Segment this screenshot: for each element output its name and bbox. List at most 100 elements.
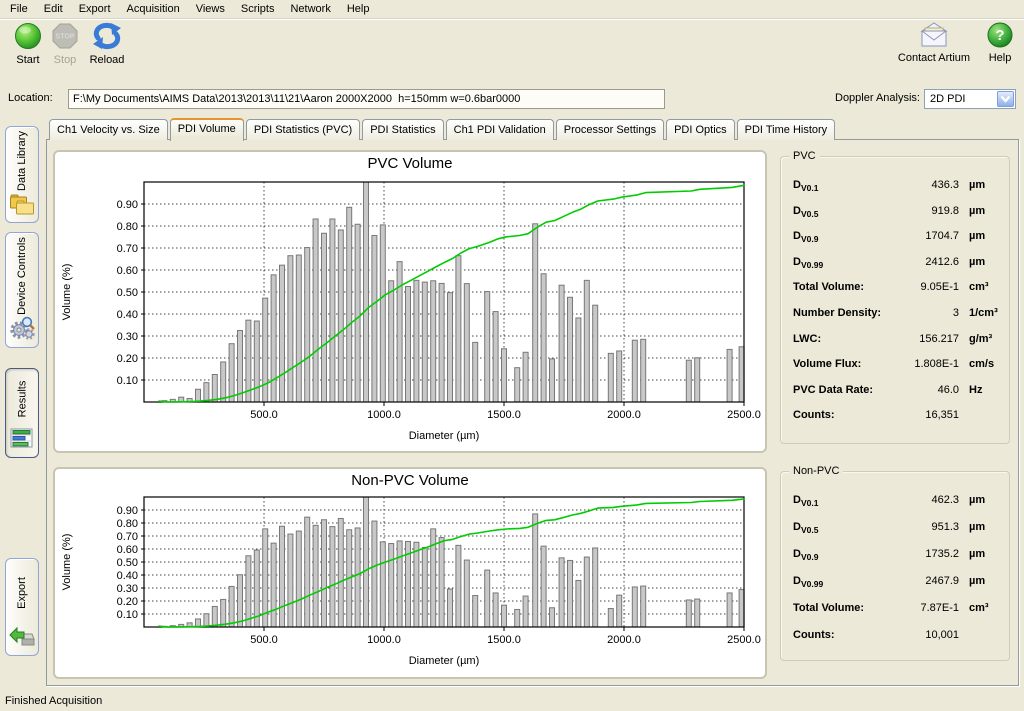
nonpvc-stats-legend: Non-PVC	[789, 465, 843, 477]
tab-strip: Ch1 Velocity vs. SizePDI VolumePDI Stati…	[49, 119, 1019, 140]
help-label: Help	[982, 52, 1018, 64]
stat-value: 46.0	[887, 384, 959, 396]
stat-label: Counts:	[793, 629, 835, 641]
svg-text:0.10: 0.10	[117, 609, 138, 621]
stat-value: 9.05E-1	[887, 281, 959, 293]
menu-item-network[interactable]: Network	[282, 1, 338, 17]
svg-text:0.60: 0.60	[117, 544, 138, 556]
contact-artium-button[interactable]: Contact Artium	[888, 21, 980, 64]
svg-text:2000.0: 2000.0	[607, 409, 641, 421]
stat-label: Counts:	[793, 409, 835, 421]
svg-text:1500.0: 1500.0	[487, 409, 521, 421]
svg-text:Diameter (µm): Diameter (µm)	[409, 430, 480, 442]
stat-row: DV0.992467.9µm	[793, 575, 1001, 602]
tab-pdi-statistics-pvc[interactable]: PDI Statistics (PVC)	[246, 119, 360, 140]
stat-unit: µm	[959, 230, 1001, 242]
reload-label: Reload	[84, 54, 130, 66]
menu-item-scripts[interactable]: Scripts	[233, 1, 283, 17]
start-button[interactable]: Start	[6, 21, 50, 66]
svg-text:500.0: 500.0	[250, 634, 278, 646]
stat-label: DV0.9	[793, 548, 818, 562]
nonpvc-stats-groupbox: Non-PVC DV0.1462.3µmDV0.5951.3µmDV0.9173…	[780, 471, 1010, 661]
tab-pdi-optics[interactable]: PDI Optics	[666, 119, 735, 140]
menubar: FileEditExportAcquisitionViewsScriptsNet…	[0, 0, 1024, 19]
stat-value: 2412.6	[887, 256, 959, 268]
nonpvc-stats-rows: DV0.1462.3µmDV0.5951.3µmDV0.91735.2µmDV0…	[793, 494, 1001, 656]
stat-label: DV0.9	[793, 230, 818, 244]
svg-text:2500.0: 2500.0	[727, 634, 761, 646]
svg-text:?: ?	[995, 27, 1004, 44]
doppler-analysis-select[interactable]: 2D PDI	[924, 89, 1016, 109]
help-button[interactable]: ? Help	[982, 21, 1018, 64]
stat-row: DV0.5919.8µm	[793, 205, 1001, 231]
tab-pdi-statistics[interactable]: PDI Statistics	[362, 119, 443, 140]
chevron-down-icon[interactable]	[997, 91, 1014, 107]
stat-label: Number Density:	[793, 307, 881, 319]
stat-row: DV0.1436.3µm	[793, 179, 1001, 205]
svg-text:0.20: 0.20	[117, 353, 138, 365]
svg-text:0.20: 0.20	[117, 596, 138, 608]
sidebar-item-device-controls[interactable]: Device Controls	[5, 232, 39, 348]
svg-text:0.70: 0.70	[117, 243, 138, 255]
stat-value: 3	[887, 307, 959, 319]
menu-item-edit[interactable]: Edit	[36, 1, 71, 17]
stop-button[interactable]: STOP Stop	[46, 21, 84, 66]
menu-item-help[interactable]: Help	[339, 1, 378, 17]
pvc-chart-title: PVC Volume	[55, 152, 765, 172]
menu-item-export[interactable]: Export	[71, 1, 119, 17]
location-input[interactable]	[68, 89, 665, 109]
stat-value: 1704.7	[887, 230, 959, 242]
main-content: Ch1 Velocity vs. SizePDI VolumePDI Stati…	[46, 117, 1019, 686]
sidebar-item-results[interactable]: Results	[5, 368, 39, 458]
svg-text:2000.0: 2000.0	[607, 634, 641, 646]
reload-button[interactable]: Reload	[84, 21, 130, 66]
sidebar-label-results: Results	[16, 381, 28, 418]
sidebar-item-data-library[interactable]: Data Library	[5, 126, 39, 223]
menu-item-acquisition[interactable]: Acquisition	[119, 1, 188, 17]
stat-value: 436.3	[887, 179, 959, 191]
tab-ch1-velocity-vs-size[interactable]: Ch1 Velocity vs. Size	[49, 119, 168, 140]
nonpvc-volume-chart: Non-PVC Volume 0.100.200.300.400.500.600…	[53, 467, 767, 679]
menu-item-file[interactable]: File	[2, 1, 36, 17]
start-icon	[6, 21, 50, 51]
doppler-analysis-value: 2D PDI	[930, 93, 965, 105]
stat-label: Total Volume:	[793, 602, 864, 614]
sidebar-item-export[interactable]: Export	[5, 558, 39, 656]
stat-value: 2467.9	[887, 575, 959, 587]
contact-artium-label: Contact Artium	[888, 52, 980, 64]
stat-value: 16,351	[887, 409, 959, 421]
tab-processor-settings[interactable]: Processor Settings	[556, 119, 664, 140]
pvc-stats-groupbox: PVC DV0.1436.3µmDV0.5919.8µmDV0.91704.7µ…	[780, 156, 1010, 444]
svg-text:1500.0: 1500.0	[487, 634, 521, 646]
start-label: Start	[6, 54, 50, 66]
stat-label: DV0.5	[793, 205, 818, 219]
stat-label: LWC:	[793, 333, 821, 345]
stat-unit: µm	[959, 494, 1001, 506]
svg-text:0.70: 0.70	[117, 531, 138, 543]
svg-text:1000.0: 1000.0	[367, 409, 401, 421]
svg-text:0.40: 0.40	[117, 309, 138, 321]
svg-text:0.80: 0.80	[117, 518, 138, 530]
mail-icon	[888, 21, 980, 49]
stat-row: DV0.91735.2µm	[793, 548, 1001, 575]
stat-value: 462.3	[887, 494, 959, 506]
stop-icon: STOP	[46, 21, 84, 51]
menu-item-views[interactable]: Views	[188, 1, 233, 17]
pvc-stats-legend: PVC	[789, 150, 820, 162]
tab-pdi-volume[interactable]: PDI Volume	[170, 118, 244, 141]
tab-pdi-time-history[interactable]: PDI Time History	[737, 119, 836, 140]
stat-label: DV0.5	[793, 521, 818, 535]
status-text: Finished Acquisition	[5, 695, 102, 707]
svg-text:STOP: STOP	[56, 34, 75, 41]
stat-row: DV0.9 1704.7µm	[793, 230, 1001, 256]
svg-text:0.30: 0.30	[117, 583, 138, 595]
stat-label: DV0.1	[793, 179, 818, 193]
stat-row: Total Volume:9.05E-1cm³	[793, 281, 1001, 307]
svg-text:Volume (%): Volume (%)	[61, 264, 73, 321]
stat-label: Volume Flux:	[793, 358, 861, 370]
sidebar-label-device-controls: Device Controls	[16, 237, 28, 315]
svg-text:0.50: 0.50	[117, 557, 138, 569]
svg-text:0.90: 0.90	[117, 505, 138, 517]
tab-ch1-pdi-validation[interactable]: Ch1 PDI Validation	[446, 119, 554, 140]
stat-label: Total Volume:	[793, 281, 864, 293]
